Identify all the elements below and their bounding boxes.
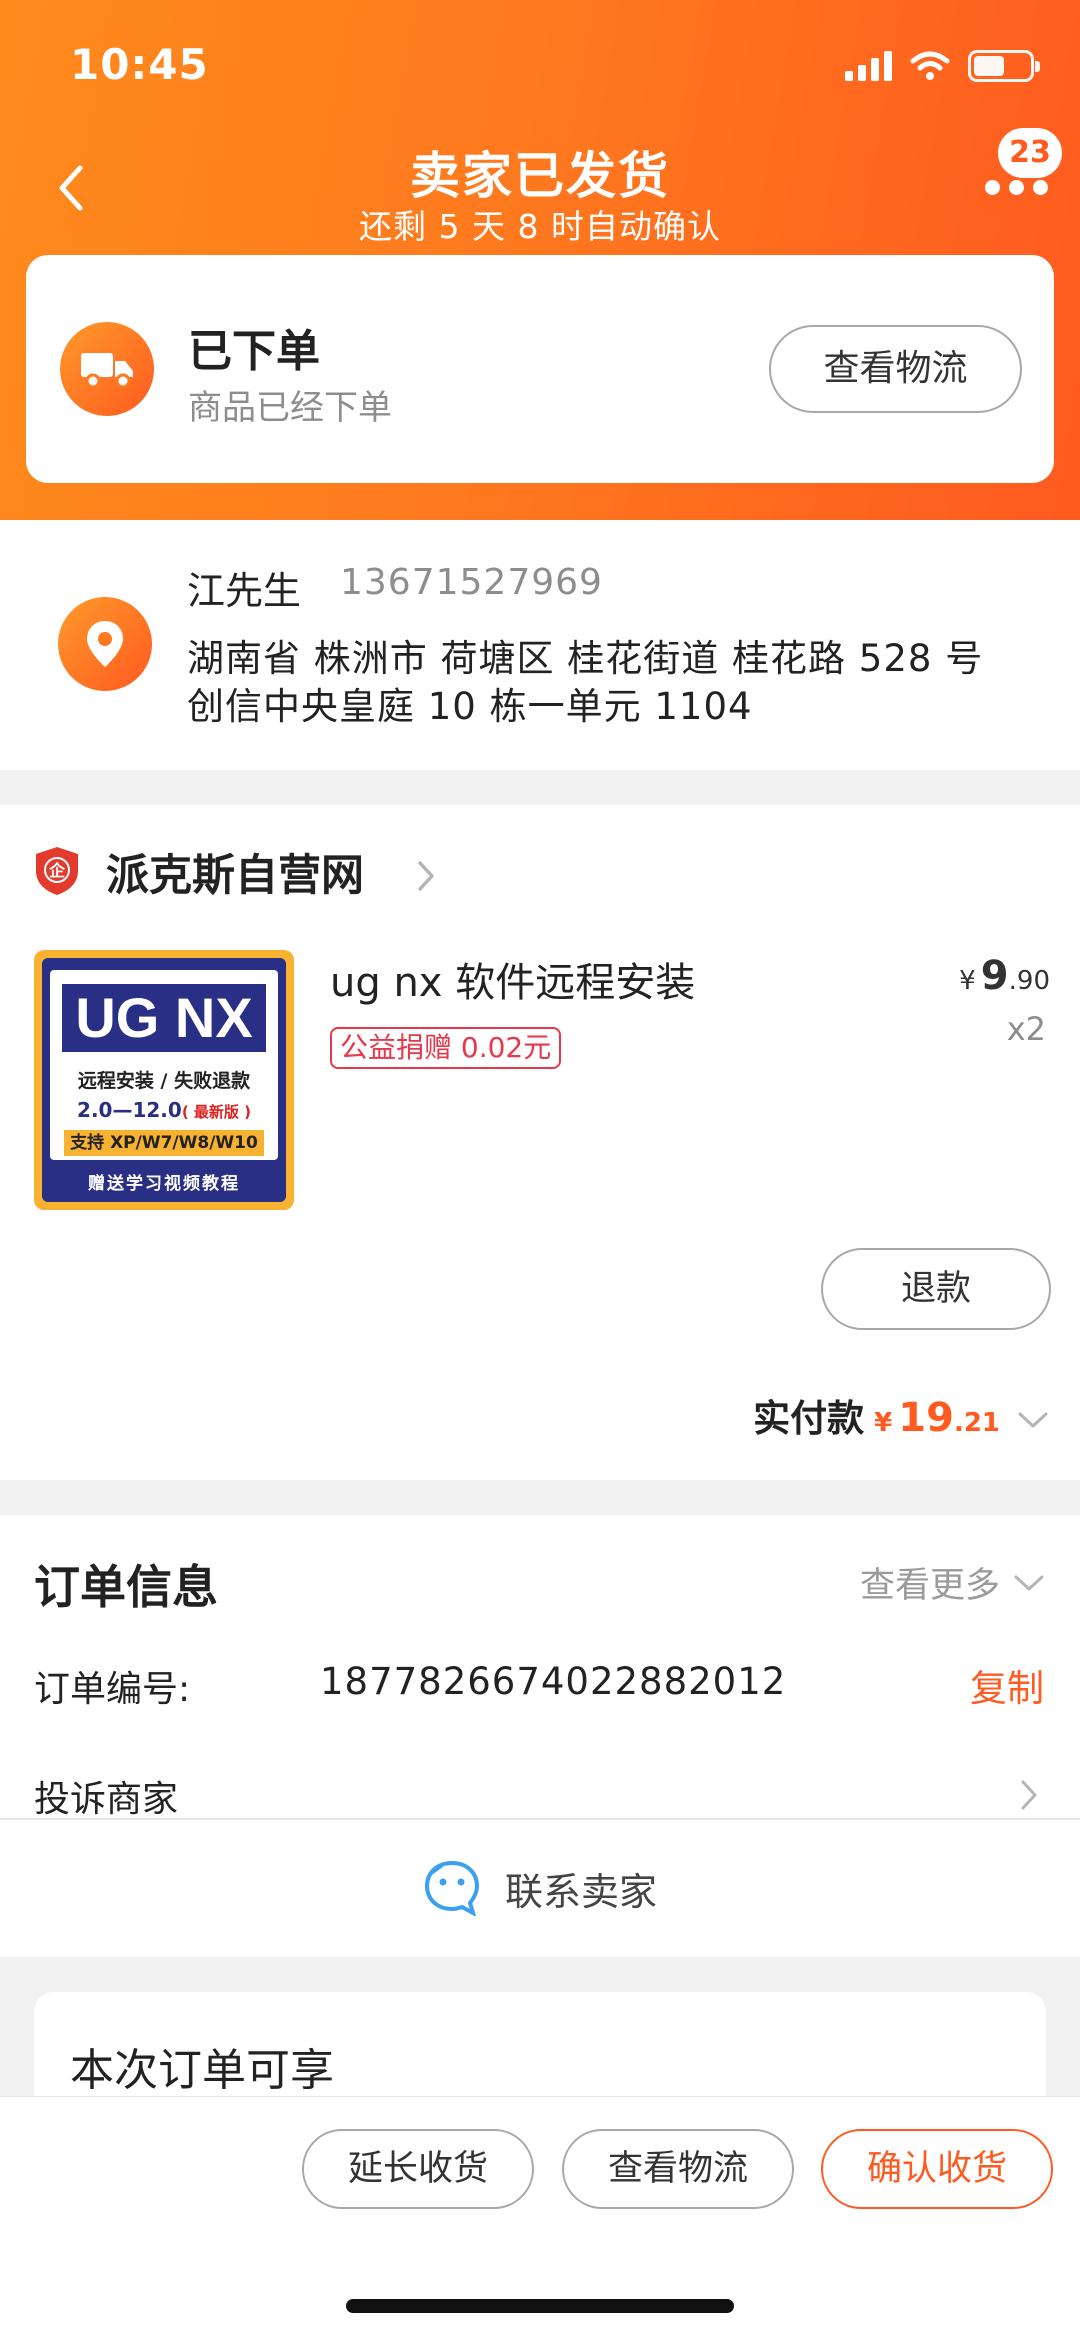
amount-paid-label: 实付款 <box>753 1397 865 1440</box>
contact-seller-button[interactable]: 联系卖家 <box>0 1860 1080 1916</box>
divider <box>0 1818 1080 1820</box>
svg-text:企: 企 <box>48 861 66 880</box>
charity-donation-tag: 公益捐赠 0.02元 <box>330 1027 562 1069</box>
product-image-title: UG NX <box>62 984 266 1052</box>
signal-icon <box>845 51 892 81</box>
view-logistics-bottom-button[interactable]: 查看物流 <box>562 2129 794 2209</box>
message-count-badge: 23 <box>998 128 1062 178</box>
recipient-name: 江先生 <box>187 569 302 613</box>
complain-merchant-link[interactable]: 投诉商家 <box>34 1770 178 1822</box>
status-time: 10:45 <box>70 40 209 89</box>
home-indicator[interactable] <box>346 2299 734 2313</box>
shipping-status-card: 已下单 商品已经下单 查看物流 <box>26 255 1054 483</box>
product-image-line: 支持 XP/W7/W8/W10 <box>64 1130 264 1156</box>
order-benefits-title: 本次订单可享 <box>70 2045 334 2096</box>
status-subtitle: 商品已经下单 <box>188 388 392 428</box>
truck-icon <box>60 322 154 416</box>
order-item-section: 企 派克斯自营网 UG NX 远程安装 / 失败退款 2.0—12.0( 最新版… <box>0 805 1080 1480</box>
more-icon[interactable] <box>985 180 1048 195</box>
product-title[interactable]: ug nx 软件远程安装 <box>330 950 695 1008</box>
address-line-2: 创信中央皇庭 10 栋一单元 1104 <box>187 685 753 728</box>
status-icons <box>845 50 1040 82</box>
product-image-line: 远程安装 / 失败退款 <box>77 1070 251 1092</box>
copy-button[interactable]: 复制 <box>970 1658 1044 1712</box>
recipient-phone: 13671527969 <box>340 562 603 603</box>
chevron-down-icon <box>1014 1575 1044 1590</box>
shipping-address: 江先生 13671527969 湖南省 株洲市 荷塘区 桂花街道 桂花路 528… <box>0 520 1080 770</box>
amount-paid[interactable]: 实付款 ¥ 19.21 <box>753 1388 1050 1442</box>
address-line-1: 湖南省 株洲市 荷塘区 桂花街道 桂花路 528 号 <box>187 637 984 680</box>
page-title: 卖家已发货 <box>410 147 670 205</box>
product-image-line: 赠送学习视频教程 <box>88 1174 240 1194</box>
wifi-icon <box>910 51 950 80</box>
chat-icon <box>424 1860 479 1916</box>
order-info-title: 订单信息 <box>34 1560 218 1614</box>
extend-receipt-button[interactable]: 延长收货 <box>302 2129 534 2209</box>
shop-logo-icon: 企 <box>36 847 78 895</box>
location-icon <box>58 597 152 691</box>
order-number: 1877826674022882012 <box>320 1660 787 1703</box>
product-image-line: 2.0—12.0( 最新版 ) <box>77 1098 251 1122</box>
chevron-down-icon[interactable] <box>1016 1409 1050 1431</box>
shop-name[interactable]: 派克斯自营网 <box>106 841 364 903</box>
order-number-label: 订单编号: <box>34 1669 191 1710</box>
view-logistics-button[interactable]: 查看物流 <box>769 325 1022 413</box>
chevron-right-icon[interactable] <box>1018 1777 1040 1813</box>
product-price: ¥ 9.90 <box>959 953 1050 999</box>
product-quantity: x2 <box>1006 1010 1046 1048</box>
contact-seller-label: 联系卖家 <box>504 1869 657 1914</box>
view-more-button[interactable]: 查看更多 <box>860 1557 1046 1608</box>
auto-confirm-countdown: 还剩 5 天 8 时自动确认 <box>359 207 721 246</box>
chevron-right-icon[interactable] <box>414 857 438 895</box>
battery-icon <box>968 50 1040 82</box>
product-image[interactable]: UG NX 远程安装 / 失败退款 2.0—12.0( 最新版 ) 支持 XP/… <box>34 950 294 1210</box>
status-title: 已下单 <box>188 326 320 377</box>
refund-button[interactable]: 退款 <box>821 1248 1051 1330</box>
confirm-receipt-button[interactable]: 确认收货 <box>821 2129 1053 2209</box>
order-info-section: 订单信息 查看更多 订单编号: 1877826674022882012 复制 投… <box>0 1515 1080 1957</box>
